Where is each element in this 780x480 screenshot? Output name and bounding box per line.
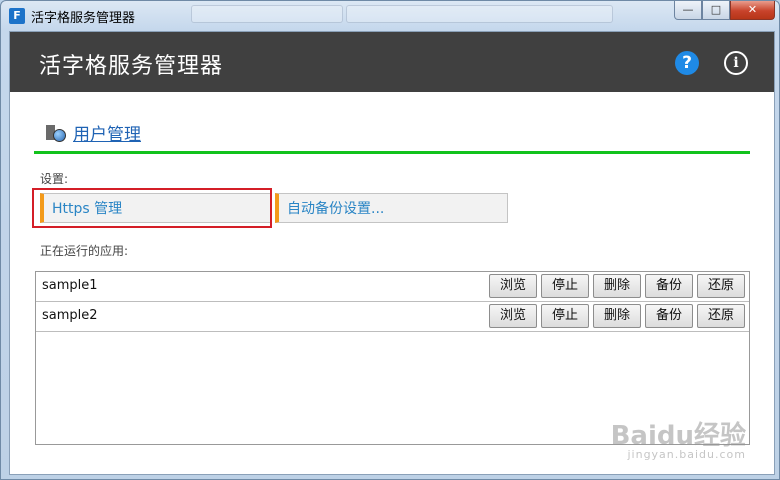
caption-buttons: — □ ✕ — [674, 1, 775, 20]
browse-button[interactable]: 浏览 — [489, 274, 537, 298]
backup-button[interactable]: 备份 — [645, 274, 693, 298]
maximize-button[interactable]: □ — [702, 1, 730, 20]
https-management-button[interactable]: Https 管理 — [40, 193, 272, 223]
watermark: Baidu经验 jingyan.baidu.com — [611, 423, 746, 460]
stop-button[interactable]: 停止 — [541, 304, 589, 328]
minimize-button[interactable]: — — [674, 1, 702, 20]
list-item: sample2 浏览 停止 删除 备份 还原 — [36, 302, 749, 332]
app-name: sample1 — [42, 278, 98, 293]
background-window-ghost — [346, 5, 613, 23]
restore-button[interactable]: 还原 — [697, 304, 745, 328]
app-name: sample2 — [42, 308, 98, 323]
row-actions: 浏览 停止 删除 备份 还原 — [489, 274, 749, 298]
row-actions: 浏览 停止 删除 备份 还原 — [489, 304, 749, 328]
help-icon[interactable]: ? — [675, 51, 699, 75]
background-window-ghost — [191, 5, 343, 23]
running-apps-list: sample1 浏览 停止 删除 备份 还原 sample2 浏览 停止 删除 … — [35, 271, 750, 445]
info-icon[interactable]: i — [724, 51, 748, 75]
restore-button[interactable]: 还原 — [697, 274, 745, 298]
browse-button[interactable]: 浏览 — [489, 304, 537, 328]
app-header: 活字格服务管理器 ? i — [10, 32, 774, 92]
list-item: sample1 浏览 停止 删除 备份 还原 — [36, 272, 749, 302]
close-button[interactable]: ✕ — [730, 1, 775, 20]
window-title: 活字格服务管理器 — [31, 11, 136, 26]
page-title: 活字格服务管理器 — [39, 54, 224, 79]
watermark-brand: Baidu经验 — [610, 421, 746, 451]
settings-label: 设置: — [40, 172, 69, 186]
client-area: 活字格服务管理器 ? i 用户管理 设置: Https 管理 自动备份设置...… — [9, 31, 775, 475]
delete-button[interactable]: 删除 — [593, 274, 641, 298]
user-management-icon — [46, 124, 66, 142]
auto-backup-settings-button[interactable]: 自动备份设置... — [275, 193, 508, 223]
app-logo-icon: F — [9, 8, 25, 24]
title-bar[interactable]: F 活字格服务管理器 — □ ✕ — [1, 1, 780, 31]
user-management-link[interactable]: 用户管理 — [73, 120, 141, 145]
section-divider — [34, 151, 750, 154]
delete-button[interactable]: 删除 — [593, 304, 641, 328]
user-management-link-group[interactable]: 用户管理 — [46, 120, 141, 145]
stop-button[interactable]: 停止 — [541, 274, 589, 298]
watermark-url: jingyan.baidu.com — [627, 448, 746, 461]
backup-button[interactable]: 备份 — [645, 304, 693, 328]
window-frame: F 活字格服务管理器 — □ ✕ 活字格服务管理器 ? i 用户管理 设置: H… — [0, 0, 780, 480]
running-apps-label: 正在运行的应用: — [40, 244, 129, 258]
